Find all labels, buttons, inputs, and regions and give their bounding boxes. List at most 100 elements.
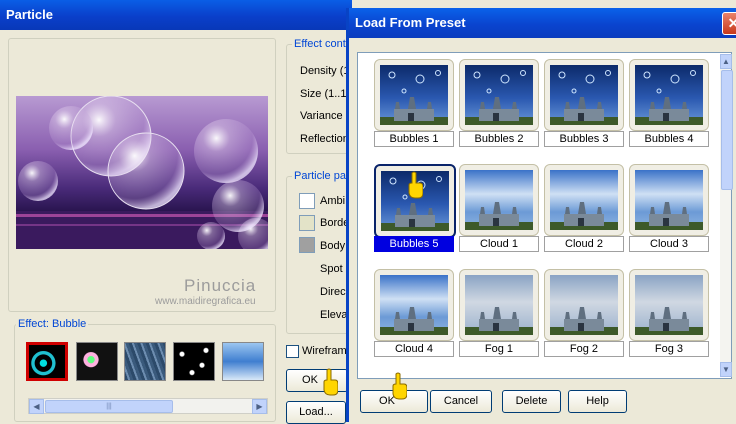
body-color-swatch[interactable] — [299, 237, 315, 253]
wireframe-checkbox[interactable] — [286, 345, 299, 358]
border-color-swatch[interactable] — [299, 215, 315, 231]
preset-thumbnail — [465, 65, 533, 125]
effect-sky-thumb[interactable] — [222, 342, 264, 381]
effect-preview — [16, 96, 268, 249]
preset-thumbnail-frame[interactable] — [544, 164, 624, 236]
scroll-right-icon[interactable]: ▶ — [252, 399, 267, 414]
effect-controls-label: Effect cont — [292, 38, 348, 50]
watermark-name: Pinuccia — [184, 276, 257, 295]
church-image — [465, 202, 533, 230]
size-label: Size (1..1 — [300, 88, 347, 100]
load-button-label: Load... — [299, 406, 333, 418]
direction-label: Direc — [320, 286, 346, 298]
preset-name-label[interactable]: Cloud 4 — [374, 341, 454, 357]
bubbles-overlay — [643, 70, 696, 94]
preset-title-bar: Load From Preset — [349, 8, 736, 38]
cancel-button[interactable]: Cancel — [430, 390, 492, 413]
preset-item[interactable]: Fog 3 — [629, 269, 709, 357]
preset-item[interactable]: Bubbles 3 — [544, 59, 624, 147]
bubble-preview-image — [16, 96, 268, 249]
preset-item[interactable]: Cloud 3 — [629, 164, 709, 252]
pointer-hand-icon — [323, 368, 338, 396]
effect-rain-thumb[interactable] — [124, 342, 166, 381]
church-image — [465, 307, 533, 335]
preset-list[interactable]: Bubbles 1 Bubbles 2 Bubbles 3 Bubbles 4 Bubb… — [357, 52, 733, 379]
load-button[interactable]: Load... — [286, 401, 346, 424]
effect-horizontal-scrollbar[interactable]: ◀ ||| ▶ — [28, 398, 268, 414]
particle-window: Particle Pinuccia www.maidiregrafica.eu … — [0, 0, 368, 424]
preset-item[interactable]: Fog 1 — [459, 269, 539, 357]
preset-thumbnail-frame[interactable] — [629, 59, 709, 131]
preset-item[interactable]: Fog 2 — [544, 269, 624, 357]
body-label: Body — [320, 240, 346, 252]
scroll-up-icon[interactable]: ▲ — [720, 54, 732, 69]
preset-thumbnail-frame[interactable] — [544, 269, 624, 341]
preset-scroll-thumb[interactable] — [721, 70, 733, 190]
preset-thumbnail-frame[interactable] — [544, 59, 624, 131]
delete-button[interactable]: Delete — [502, 390, 561, 413]
border-label: Borde — [320, 217, 350, 229]
preset-thumbnail — [380, 65, 448, 125]
preset-thumbnail-frame[interactable] — [374, 59, 454, 131]
preset-name-label[interactable]: Fog 3 — [629, 341, 709, 357]
variance-label: Variance — [300, 110, 343, 122]
preset-thumbnail — [380, 275, 448, 335]
effect-group-label: Effect: Bubble — [16, 318, 89, 330]
church-image — [380, 307, 448, 335]
preset-name-label[interactable]: Bubbles 3 — [544, 131, 624, 147]
effect-snow-thumb[interactable] — [173, 342, 215, 381]
preset-thumbnail-frame[interactable] — [629, 164, 709, 236]
preset-thumbnail-frame[interactable] — [459, 164, 539, 236]
church-image — [635, 307, 703, 335]
preset-item[interactable]: Bubbles 2 — [459, 59, 539, 147]
preset-thumbnail-frame[interactable] — [374, 269, 454, 341]
preset-thumbnail-frame[interactable] — [629, 269, 709, 341]
help-button[interactable]: Help — [568, 390, 627, 413]
church-image — [550, 202, 618, 230]
density-label: Density (1 — [300, 65, 350, 77]
preset-thumbnail-frame[interactable] — [459, 269, 539, 341]
effect-bubble-thumb[interactable] — [26, 342, 68, 381]
ambient-label: Ambi — [320, 195, 346, 207]
scroll-thumb[interactable]: ||| — [45, 400, 173, 413]
close-icon[interactable]: ✕ — [722, 12, 736, 35]
preset-thumbnail — [550, 65, 618, 125]
preset-vertical-scrollbar[interactable]: ▲ ▼ — [720, 54, 733, 377]
preset-item[interactable]: Cloud 1 — [459, 164, 539, 252]
spot-label: Spot — [320, 263, 343, 275]
load-from-preset-dialog: Load From Preset ✕ Bubbles 1 Bubbles 2 Bub… — [346, 8, 736, 422]
delete-label: Delete — [515, 395, 548, 407]
scroll-down-icon[interactable]: ▼ — [720, 362, 732, 377]
church-image — [550, 307, 618, 335]
effect-sparkle-thumb[interactable] — [76, 342, 118, 381]
preset-name-label[interactable]: Bubbles 5 — [374, 236, 454, 252]
preset-thumbnail — [635, 65, 703, 125]
preset-name-label[interactable]: Bubbles 2 — [459, 131, 539, 147]
preset-thumbnail — [550, 275, 618, 335]
pointer-hand-icon — [408, 171, 423, 199]
preset-name-label[interactable]: Cloud 3 — [629, 236, 709, 252]
particle-window-title: Particle — [6, 7, 53, 22]
preset-name-label[interactable]: Bubbles 4 — [629, 131, 709, 147]
preset-name-label[interactable]: Cloud 2 — [544, 236, 624, 252]
preset-item[interactable]: Cloud 4 — [374, 269, 454, 357]
elevation-label: Eleva — [320, 309, 348, 321]
church-image — [635, 202, 703, 230]
preset-name-label[interactable]: Fog 1 — [459, 341, 539, 357]
preset-item[interactable]: Cloud 2 — [544, 164, 624, 252]
preset-name-label[interactable]: Cloud 1 — [459, 236, 539, 252]
preset-thumbnail — [550, 170, 618, 230]
preset-item[interactable]: Bubbles 4 — [629, 59, 709, 147]
preset-dialog-title: Load From Preset — [355, 15, 466, 30]
preset-item[interactable]: Bubbles 1 — [374, 59, 454, 147]
preset-name-label[interactable]: Bubbles 1 — [374, 131, 454, 147]
bubbles-overlay — [388, 70, 441, 94]
watermark-url: www.maidiregrafica.eu — [155, 296, 256, 307]
preset-thumbnail — [635, 170, 703, 230]
particle-ok-button[interactable]: OK — [286, 369, 348, 392]
pointer-hand-icon — [392, 372, 407, 400]
preset-name-label[interactable]: Fog 2 — [544, 341, 624, 357]
ambient-color-swatch[interactable] — [299, 193, 315, 209]
preset-thumbnail-frame[interactable] — [459, 59, 539, 131]
scroll-left-icon[interactable]: ◀ — [29, 399, 44, 414]
